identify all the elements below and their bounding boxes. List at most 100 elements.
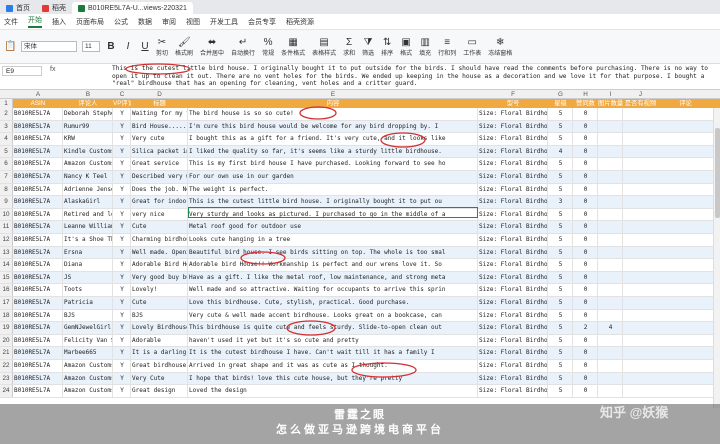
cell-star[interactable]: 5 (548, 183, 573, 196)
cell-votes[interactable]: 0 (573, 133, 598, 145)
cell-votes[interactable]: 0 (573, 196, 598, 208)
row-number[interactable]: 22 (0, 360, 13, 372)
cell-votes[interactable]: 0 (573, 246, 598, 259)
cell-votes[interactable]: 0 (573, 297, 598, 309)
cell-votes[interactable]: 0 (573, 360, 598, 372)
cell-title[interactable]: Charming birdhous (131, 234, 188, 246)
cell-star[interactable]: 3 (548, 196, 573, 208)
row-number[interactable]: 17 (0, 297, 13, 309)
cell-title[interactable]: Lovely! (131, 284, 188, 296)
cell-model[interactable]: Size: Floral Birdhou (478, 347, 548, 359)
cell-vp[interactable]: Y (113, 297, 131, 309)
cell-vp[interactable]: Y (113, 259, 131, 271)
cell-title[interactable]: Great birdhouse (131, 360, 188, 372)
cell-asin[interactable]: B010RE5L7A (13, 108, 63, 120)
cell-star[interactable]: 5 (548, 133, 573, 145)
cell-title[interactable]: Silica packet incl (131, 145, 188, 158)
cell-pics[interactable] (598, 259, 623, 271)
cell-title[interactable]: Does the job. Nee (131, 183, 188, 196)
header-cell[interactable]: 图片数量 (598, 99, 623, 108)
ribbon-button[interactable]: ▣ 格式 (400, 37, 412, 57)
cell-title[interactable]: BJS (131, 309, 188, 322)
cell-content[interactable]: This is the cutest little bird house. I … (188, 196, 478, 208)
cell-model[interactable]: Size: Floral Birdhou (478, 196, 548, 208)
cell-asin[interactable]: B010RE5L7A (13, 334, 63, 347)
cell-user[interactable]: Amazon Customs (63, 360, 113, 372)
cell-vp[interactable]: Y (113, 196, 131, 208)
cell-model[interactable]: Size: Floral Birdhou (478, 322, 548, 334)
cell-title[interactable]: Great design (131, 385, 188, 397)
cell-votes[interactable]: 0 (573, 284, 598, 296)
scroll-thumb[interactable] (715, 128, 720, 218)
cell-content[interactable]: This birdhouse is quite cute and feels s… (188, 322, 478, 334)
header-cell[interactable]: 评论人 (63, 99, 113, 108)
cell-vp[interactable]: Y (113, 284, 131, 296)
cell-content[interactable]: Love this birdhouse. Cute, stylish, prac… (188, 297, 478, 309)
cell-model[interactable]: Size: Floral Birdhou (478, 183, 548, 196)
cell-pics[interactable] (598, 385, 623, 397)
cell-title[interactable]: Well made. Openir (131, 246, 188, 259)
cell-model[interactable]: Size: Floral Birdhou (478, 171, 548, 183)
cell-model[interactable]: Size: Floral Birdhou (478, 385, 548, 397)
ribbon-button[interactable]: ↵ 自动换行 (231, 37, 255, 57)
ribbon-button[interactable]: ⇅ 排序 (381, 37, 393, 57)
cell-votes[interactable]: 0 (573, 145, 598, 158)
cell-model[interactable]: Size: Floral Birdhou (478, 297, 548, 309)
cell-pics[interactable] (598, 183, 623, 196)
header-cell[interactable]: 内容 (188, 99, 478, 108)
cell-title[interactable]: Great for indoor (131, 196, 188, 208)
cell-star[interactable]: 5 (548, 234, 573, 246)
bold-button[interactable]: B (105, 41, 117, 52)
cell-vp[interactable]: Y (113, 208, 131, 221)
cell-model[interactable]: Size: Floral Birdhou (478, 246, 548, 259)
row-number[interactable]: 21 (0, 347, 13, 359)
cell-star[interactable]: 5 (548, 385, 573, 397)
cell-content[interactable]: Have as a gift. I like the metal roof, l… (188, 271, 478, 284)
cell-star[interactable]: 5 (548, 284, 573, 296)
cell-vp[interactable]: Y (113, 372, 131, 385)
menu-item[interactable]: 视图 (186, 17, 200, 27)
cell-star[interactable]: 5 (548, 322, 573, 334)
cell-title[interactable]: Bird House........ (131, 120, 188, 133)
italic-button[interactable]: I (122, 41, 134, 52)
cell-pics[interactable] (598, 297, 623, 309)
cell-votes[interactable]: 0 (573, 334, 598, 347)
cell-asin[interactable]: B010RE5L7A (13, 284, 63, 296)
tab-3[interactable]: B010RE5L7A-U...views-220321 (72, 2, 193, 14)
cell-content[interactable]: I'm cure this bird house would be welcom… (188, 120, 478, 133)
cell-user[interactable]: Ersna (63, 246, 113, 259)
column-letter[interactable]: H (573, 90, 598, 99)
cell-content[interactable]: The weight is perfect. (188, 183, 478, 196)
cell-user[interactable]: Amazon Customs (63, 385, 113, 397)
column-letter[interactable]: D (131, 90, 188, 99)
header-cell[interactable]: 标题 (131, 99, 188, 108)
cell-user[interactable]: Amazon Customs (63, 372, 113, 385)
cell-pics[interactable] (598, 234, 623, 246)
cell-asin[interactable]: B010RE5L7A (13, 309, 63, 322)
cell-asin[interactable]: B010RE5L7A (13, 234, 63, 246)
cell-vp[interactable]: Y (113, 120, 131, 133)
name-box[interactable]: E9 (2, 66, 42, 76)
cell-pics[interactable] (598, 334, 623, 347)
cell-vp[interactable]: Y (113, 133, 131, 145)
cell-votes[interactable]: 0 (573, 259, 598, 271)
cell-asin[interactable]: B010RE5L7A (13, 385, 63, 397)
cell-pics[interactable] (598, 271, 623, 284)
cell-title[interactable]: Cute (131, 297, 188, 309)
cell-user[interactable]: Toots (63, 284, 113, 296)
cell-user[interactable]: Retired and lo (63, 208, 113, 221)
cell-content[interactable]: It is the cutest birdhouse I have. Can't… (188, 347, 478, 359)
cell-model[interactable]: Size: Floral Birdhou (478, 271, 548, 284)
cell-model[interactable]: Size: Floral Birdhou (478, 133, 548, 145)
cell-votes[interactable]: 0 (573, 221, 598, 233)
cell-content[interactable]: haven't used it yet but it's so cute and… (188, 334, 478, 347)
cell-asin[interactable]: B010RE5L7A (13, 208, 63, 221)
cell-title[interactable]: Very Cute (131, 372, 188, 385)
row-number[interactable]: 16 (0, 284, 13, 296)
row-number[interactable]: 2 (0, 108, 13, 120)
row-number[interactable]: 15 (0, 271, 13, 284)
row-number[interactable]: 13 (0, 246, 13, 259)
menu-item[interactable]: 公式 (114, 17, 128, 27)
cell-pics[interactable] (598, 108, 623, 120)
cell-model[interactable]: Size: Floral Birdhou (478, 309, 548, 322)
